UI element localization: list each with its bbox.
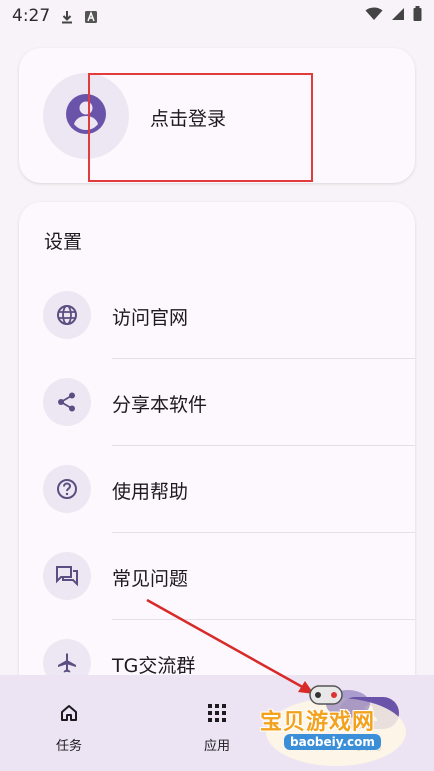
setting-item-share[interactable]: 分享本软件 xyxy=(19,359,415,446)
status-right xyxy=(365,6,422,26)
setting-item-website[interactable]: 访问官网 xyxy=(19,272,415,359)
setting-item-label: 访问官网 xyxy=(112,307,189,329)
setting-item-faq[interactable]: 常见问题 xyxy=(19,533,415,620)
annotation-highlight-box xyxy=(88,73,313,182)
share-icon xyxy=(43,378,91,426)
setting-item-label: 分享本软件 xyxy=(112,394,208,416)
setting-item-label: TG交流群 xyxy=(112,655,196,677)
watermark-logo: 宝贝游戏网 baobeiy.com xyxy=(258,684,408,768)
setting-item-help[interactable]: 使用帮助 xyxy=(19,446,415,533)
wifi-icon xyxy=(365,6,383,26)
nav-label: 应用 xyxy=(203,739,230,754)
status-time: 4:27 xyxy=(12,6,51,26)
signal-icon xyxy=(391,6,405,26)
nav-label: 任务 xyxy=(55,739,82,754)
watermark-text: 宝贝游戏网 xyxy=(260,710,376,735)
setting-item-label: 使用帮助 xyxy=(112,481,189,503)
apps-grid-icon xyxy=(187,697,247,729)
setting-item-label: 常见问题 xyxy=(112,568,189,590)
battery-icon xyxy=(413,6,422,26)
forum-icon xyxy=(43,552,91,600)
nav-item-tasks[interactable]: 任务 xyxy=(14,675,124,771)
globe-icon xyxy=(43,291,91,339)
a-notification-icon xyxy=(84,9,98,23)
download-icon xyxy=(60,9,74,24)
status-bar: 4:27 xyxy=(0,0,434,32)
settings-title: 设置 xyxy=(44,231,83,253)
status-left: 4:27 xyxy=(12,6,98,26)
home-icon xyxy=(39,697,99,729)
watermark-url: baobeiy.com xyxy=(284,734,381,750)
nav-item-apps[interactable]: 应用 xyxy=(162,675,272,771)
help-circle-icon xyxy=(43,465,91,513)
